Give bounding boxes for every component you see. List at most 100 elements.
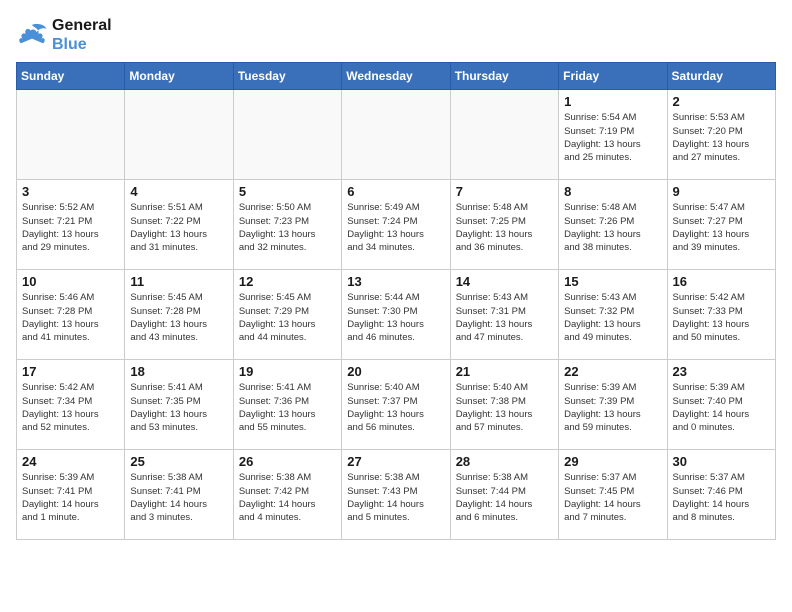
day-info: Sunrise: 5:39 AM Sunset: 7:41 PM Dayligh… (22, 471, 119, 524)
day-info: Sunrise: 5:47 AM Sunset: 7:27 PM Dayligh… (673, 201, 770, 254)
calendar-cell: 9Sunrise: 5:47 AM Sunset: 7:27 PM Daylig… (667, 180, 775, 270)
weekday-header-sunday: Sunday (17, 63, 125, 90)
day-number: 14 (456, 274, 553, 289)
day-info: Sunrise: 5:38 AM Sunset: 7:43 PM Dayligh… (347, 471, 444, 524)
calendar-cell: 25 Sunrise: 5:38 AM Sunset: 7:41 PM Dayli… (125, 450, 233, 540)
calendar-week-2: 3 Sunrise: 5:52 AM Sunset: 7:21 PM Daylig… (17, 180, 776, 270)
day-number: 22 (564, 364, 661, 379)
day-number: 17 (22, 364, 119, 379)
day-info: Sunrise: 5:38 AM Sunset: 7:41 PM Dayligh… (130, 471, 227, 524)
calendar-cell: 3 Sunrise: 5:52 AM Sunset: 7:21 PM Daylig… (17, 180, 125, 270)
day-info: Sunrise: 5:41 AM Sunset: 7:35 PM Dayligh… (130, 381, 227, 434)
weekday-header-friday: Friday (559, 63, 667, 90)
day-info: Sunrise: 5:43 AM Sunset: 7:32 PM Dayligh… (564, 291, 661, 344)
calendar-table: SundayMondayTuesdayWednesdayThursdayFrid… (16, 62, 776, 540)
day-number: 3 (22, 184, 119, 199)
day-info: Sunrise: 5:48 AM Sunset: 7:25 PM Dayligh… (456, 201, 553, 254)
calendar-cell: 27 Sunrise: 5:38 AM Sunset: 7:43 PM Dayli… (342, 450, 450, 540)
day-info: Sunrise: 5:40 AM Sunset: 7:38 PM Dayligh… (456, 381, 553, 434)
weekday-header-monday: Monday (125, 63, 233, 90)
day-number: 15 (564, 274, 661, 289)
day-number: 13 (347, 274, 444, 289)
day-info: Sunrise: 5:50 AM Sunset: 7:23 PM Dayligh… (239, 201, 336, 254)
calendar-cell: 7 Sunrise: 5:48 AM Sunset: 7:25 PM Daylig… (450, 180, 558, 270)
calendar-cell: 13 Sunrise: 5:44 AM Sunset: 7:30 PM Dayli… (342, 270, 450, 360)
day-number: 30 (673, 454, 770, 469)
calendar-cell: 15 Sunrise: 5:43 AM Sunset: 7:32 PM Dayli… (559, 270, 667, 360)
day-number: 20 (347, 364, 444, 379)
day-number: 6 (347, 184, 444, 199)
day-number: 7 (456, 184, 553, 199)
day-number: 28 (456, 454, 553, 469)
day-info: Sunrise: 5:48 AM Sunset: 7:26 PM Dayligh… (564, 201, 661, 254)
calendar-cell (450, 90, 558, 180)
day-number: 8 (564, 184, 661, 199)
calendar-cell: 19Sunrise: 5:41 AM Sunset: 7:36 PM Dayli… (233, 360, 341, 450)
day-info: Sunrise: 5:37 AM Sunset: 7:45 PM Dayligh… (564, 471, 661, 524)
logo-text-general: General (52, 16, 112, 35)
calendar-cell: 5Sunrise: 5:50 AM Sunset: 7:23 PM Daylig… (233, 180, 341, 270)
day-number: 21 (456, 364, 553, 379)
calendar-cell: 28Sunrise: 5:38 AM Sunset: 7:44 PM Dayli… (450, 450, 558, 540)
calendar-cell: 24Sunrise: 5:39 AM Sunset: 7:41 PM Dayli… (17, 450, 125, 540)
calendar-cell: 30 Sunrise: 5:37 AM Sunset: 7:46 PM Dayli… (667, 450, 775, 540)
day-info: Sunrise: 5:53 AM Sunset: 7:20 PM Dayligh… (673, 111, 770, 164)
day-number: 18 (130, 364, 227, 379)
day-number: 4 (130, 184, 227, 199)
calendar-cell: 8 Sunrise: 5:48 AM Sunset: 7:26 PM Daylig… (559, 180, 667, 270)
day-info: Sunrise: 5:51 AM Sunset: 7:22 PM Dayligh… (130, 201, 227, 254)
calendar-body: 1 Sunrise: 5:54 AM Sunset: 7:19 PM Daylig… (17, 90, 776, 540)
day-number: 26 (239, 454, 336, 469)
logo-icon (16, 21, 48, 49)
calendar-cell: 6 Sunrise: 5:49 AM Sunset: 7:24 PM Daylig… (342, 180, 450, 270)
day-info: Sunrise: 5:40 AM Sunset: 7:37 PM Dayligh… (347, 381, 444, 434)
day-info: Sunrise: 5:42 AM Sunset: 7:33 PM Dayligh… (673, 291, 770, 344)
day-info: Sunrise: 5:54 AM Sunset: 7:19 PM Dayligh… (564, 111, 661, 164)
calendar-cell: 22 Sunrise: 5:39 AM Sunset: 7:39 PM Dayli… (559, 360, 667, 450)
day-number: 1 (564, 94, 661, 109)
calendar-header: SundayMondayTuesdayWednesdayThursdayFrid… (17, 63, 776, 90)
day-info: Sunrise: 5:39 AM Sunset: 7:39 PM Dayligh… (564, 381, 661, 434)
calendar-cell: 17 Sunrise: 5:42 AM Sunset: 7:34 PM Dayli… (17, 360, 125, 450)
day-info: Sunrise: 5:42 AM Sunset: 7:34 PM Dayligh… (22, 381, 119, 434)
day-number: 25 (130, 454, 227, 469)
day-number: 12 (239, 274, 336, 289)
day-number: 23 (673, 364, 770, 379)
calendar-cell: 26 Sunrise: 5:38 AM Sunset: 7:42 PM Dayli… (233, 450, 341, 540)
day-number: 27 (347, 454, 444, 469)
day-number: 29 (564, 454, 661, 469)
calendar-week-4: 17 Sunrise: 5:42 AM Sunset: 7:34 PM Dayli… (17, 360, 776, 450)
day-info: Sunrise: 5:45 AM Sunset: 7:28 PM Dayligh… (130, 291, 227, 344)
day-info: Sunrise: 5:39 AM Sunset: 7:40 PM Dayligh… (673, 381, 770, 434)
calendar-cell: 1 Sunrise: 5:54 AM Sunset: 7:19 PM Daylig… (559, 90, 667, 180)
day-number: 16 (673, 274, 770, 289)
day-number: 19 (239, 364, 336, 379)
day-info: Sunrise: 5:49 AM Sunset: 7:24 PM Dayligh… (347, 201, 444, 254)
calendar-cell (125, 90, 233, 180)
calendar-cell (233, 90, 341, 180)
calendar-cell: 16 Sunrise: 5:42 AM Sunset: 7:33 PM Dayli… (667, 270, 775, 360)
calendar-cell (342, 90, 450, 180)
calendar-cell (17, 90, 125, 180)
calendar-week-3: 10Sunrise: 5:46 AM Sunset: 7:28 PM Dayli… (17, 270, 776, 360)
calendar-cell: 21 Sunrise: 5:40 AM Sunset: 7:38 PM Dayli… (450, 360, 558, 450)
calendar-cell: 4 Sunrise: 5:51 AM Sunset: 7:22 PM Daylig… (125, 180, 233, 270)
day-info: Sunrise: 5:37 AM Sunset: 7:46 PM Dayligh… (673, 471, 770, 524)
day-number: 2 (673, 94, 770, 109)
calendar-cell: 12Sunrise: 5:45 AM Sunset: 7:29 PM Dayli… (233, 270, 341, 360)
weekday-header-row: SundayMondayTuesdayWednesdayThursdayFrid… (17, 63, 776, 90)
calendar-week-1: 1 Sunrise: 5:54 AM Sunset: 7:19 PM Daylig… (17, 90, 776, 180)
weekday-header-tuesday: Tuesday (233, 63, 341, 90)
calendar-cell: 14Sunrise: 5:43 AM Sunset: 7:31 PM Dayli… (450, 270, 558, 360)
day-number: 11 (130, 274, 227, 289)
calendar-cell: 2 Sunrise: 5:53 AM Sunset: 7:20 PM Daylig… (667, 90, 775, 180)
logo-text-blue: Blue (52, 35, 112, 54)
calendar-week-5: 24Sunrise: 5:39 AM Sunset: 7:41 PM Dayli… (17, 450, 776, 540)
weekday-header-wednesday: Wednesday (342, 63, 450, 90)
day-info: Sunrise: 5:52 AM Sunset: 7:21 PM Dayligh… (22, 201, 119, 254)
day-info: Sunrise: 5:38 AM Sunset: 7:42 PM Dayligh… (239, 471, 336, 524)
calendar-cell: 10Sunrise: 5:46 AM Sunset: 7:28 PM Dayli… (17, 270, 125, 360)
day-number: 10 (22, 274, 119, 289)
day-info: Sunrise: 5:44 AM Sunset: 7:30 PM Dayligh… (347, 291, 444, 344)
calendar-cell: 18 Sunrise: 5:41 AM Sunset: 7:35 PM Dayli… (125, 360, 233, 450)
